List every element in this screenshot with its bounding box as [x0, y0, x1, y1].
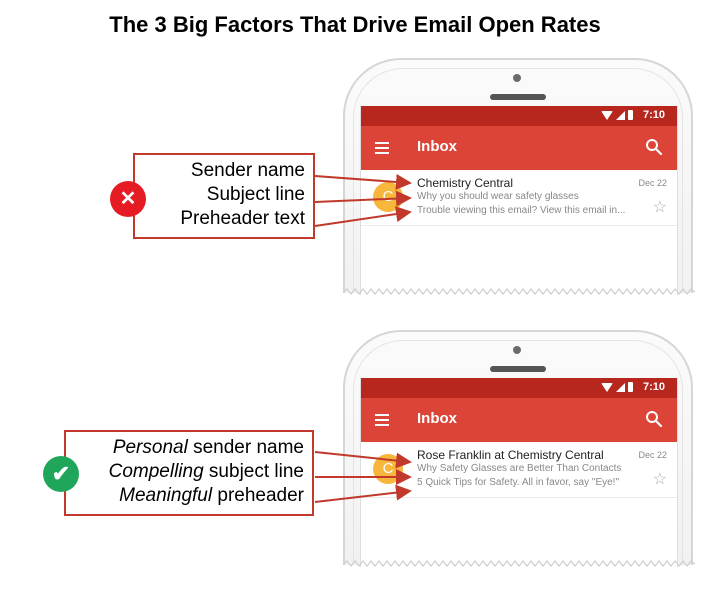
app-title: Inbox	[417, 410, 457, 427]
label-subject: Compelling subject line	[108, 461, 304, 482]
signal-icon	[616, 110, 625, 120]
label-subject: Subject line	[206, 184, 305, 205]
speaker-icon	[490, 94, 546, 100]
app-bar: Inbox	[361, 126, 677, 170]
star-icon[interactable]: ☆	[653, 472, 667, 488]
phone-frame: 7:10 Inbox C Rose Franklin at Chemistry …	[343, 330, 693, 567]
phone-screen: 7:10 Inbox C Chemistry Central Dec 22 Wh…	[360, 106, 678, 295]
battery-icon	[628, 110, 633, 120]
status-icons	[601, 382, 633, 392]
app-title: Inbox	[417, 138, 457, 155]
torn-edge	[343, 560, 695, 567]
x-mark-icon: ✕	[110, 181, 146, 217]
phone-screen: 7:10 Inbox C Rose Franklin at Chemistry …	[360, 378, 678, 567]
label-preheader: Preheader text	[180, 208, 305, 229]
sender-avatar: C	[373, 182, 403, 212]
hamburger-menu-icon[interactable]	[375, 142, 389, 154]
speaker-icon	[490, 366, 546, 372]
label-box: Personal sender name Compelling subject …	[64, 430, 314, 516]
sender-avatar: C	[373, 454, 403, 484]
label-sender: Personal sender name	[112, 437, 304, 458]
bad-example-panel: 7:10 Inbox C Chemistry Central Dec 22 Wh…	[0, 50, 710, 340]
label-box: Sender name Subject line Preheader text	[133, 153, 315, 239]
status-bar: 7:10	[361, 378, 677, 398]
wifi-icon	[601, 382, 613, 392]
status-bar: 7:10	[361, 106, 677, 126]
email-sender-name: Chemistry Central	[417, 176, 514, 190]
hamburger-menu-icon[interactable]	[375, 414, 389, 426]
star-icon[interactable]: ☆	[653, 200, 667, 216]
check-mark-icon: ✔	[43, 456, 79, 492]
label-sender: Sender name	[190, 160, 305, 181]
good-example-panel: 7:10 Inbox C Rose Franklin at Chemistry …	[0, 322, 710, 600]
torn-edge	[343, 288, 695, 295]
email-list-item[interactable]: C Rose Franklin at Chemistry Central Dec…	[361, 442, 677, 498]
email-date: Dec 22	[638, 178, 667, 188]
label-preheader: Meaningful preheader	[119, 485, 304, 506]
search-icon[interactable]	[645, 410, 663, 428]
email-subject-line: Why Safety Glasses are Better Than Conta…	[417, 463, 622, 474]
status-icons	[601, 110, 633, 120]
infographic-title: The 3 Big Factors That Drive Email Open …	[109, 12, 601, 37]
email-list-item[interactable]: C Chemistry Central Dec 22 Why you shoul…	[361, 170, 677, 226]
camera-icon	[513, 74, 521, 82]
phone-frame: 7:10 Inbox C Chemistry Central Dec 22 Wh…	[343, 58, 693, 295]
signal-icon	[616, 382, 625, 392]
search-icon[interactable]	[645, 138, 663, 156]
battery-icon	[628, 382, 633, 392]
email-date: Dec 22	[638, 450, 667, 460]
status-time: 7:10	[642, 381, 665, 393]
email-sender-name: Rose Franklin at Chemistry Central	[417, 448, 604, 462]
app-bar: Inbox	[361, 398, 677, 442]
camera-icon	[513, 346, 521, 354]
email-preheader-text: Trouble viewing this email? View this em…	[417, 205, 626, 216]
wifi-icon	[601, 110, 613, 120]
email-subject-line: Why you should wear safety glasses	[417, 191, 579, 202]
email-preheader-text: 5 Quick Tips for Safety. All in favor, s…	[417, 477, 619, 488]
status-time: 7:10	[642, 109, 665, 121]
